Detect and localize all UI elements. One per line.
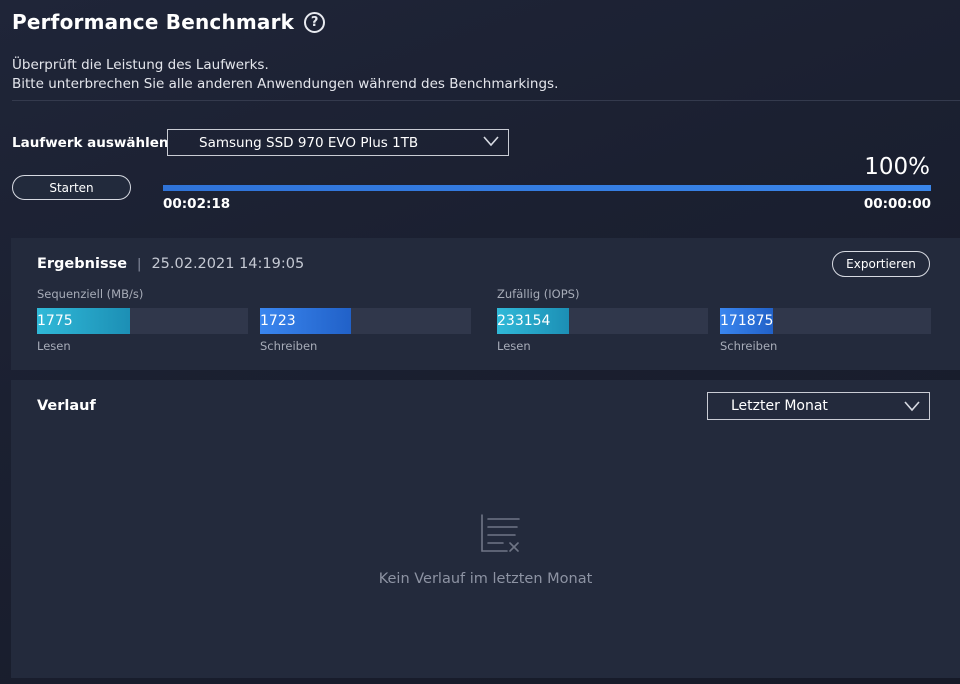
drive-select-label: Laufwerk auswählen [12,135,169,151]
description-line-2: Bitte unterbrechen Sie alle anderen Anwe… [12,76,559,92]
benchmark-progress-bar [163,185,931,191]
seq-read-label: Lesen [37,339,71,353]
rand-read-value: 233154 [497,313,551,329]
results-separator: | [137,256,142,272]
elapsed-time: 00:02:18 [163,196,231,212]
description-line-1: Überprüft die Leistung des Laufwerks. [12,57,269,73]
drive-select[interactable]: Samsung SSD 970 EVO Plus 1TB [167,129,509,156]
start-button[interactable]: Starten [12,175,131,200]
results-panel: Ergebnisse | 25.02.2021 14:19:05 Exporti… [11,238,960,370]
empty-history-text: Kein Verlauf im letzten Monat [378,571,593,587]
rand-read-bar: 233154 [497,308,708,334]
seq-write-label: Schreiben [260,339,318,353]
random-label: Zufällig (IOPS) [497,287,580,301]
seq-read-value: 1775 [37,313,73,329]
rand-write-bar: 171875 [720,308,931,334]
question-circle-icon[interactable]: ? [304,11,326,33]
rand-read-label: Lesen [497,339,531,353]
description: Überprüft die Leistung des Laufwerks. Bi… [12,56,558,94]
results-date: 25.02.2021 14:19:05 [151,256,305,272]
header-divider [12,100,960,101]
seq-read-bar: 1775 [37,308,248,334]
sequential-label: Sequenziell (MB/s) [37,287,144,301]
remaining-time: 00:00:00 [863,196,931,212]
seq-write-value: 1723 [260,313,296,329]
rand-write-value: 171875 [720,313,774,329]
page-title: Performance Benchmark [12,10,295,34]
rand-write-label: Schreiben [720,339,778,353]
history-title: Verlauf [37,398,96,414]
chevron-down-icon [904,401,920,412]
chevron-down-icon [483,136,499,147]
benchmark-progress-fill [163,185,931,191]
period-select-value: Letzter Monat [731,398,828,414]
seq-write-bar: 1723 [260,308,471,334]
progress-percent: 100% [864,154,930,180]
period-select[interactable]: Letzter Monat [707,392,930,420]
drive-select-value: Samsung SSD 970 EVO Plus 1TB [199,134,419,151]
empty-list-icon [481,514,520,552]
export-button[interactable]: Exportieren [832,251,930,277]
results-header: Ergebnisse | 25.02.2021 14:19:05 [37,256,304,272]
results-title: Ergebnisse [37,256,128,272]
header: Performance Benchmark ? [12,10,326,34]
history-panel: Verlauf Letzter Monat Kein Verlauf im le… [11,380,960,678]
